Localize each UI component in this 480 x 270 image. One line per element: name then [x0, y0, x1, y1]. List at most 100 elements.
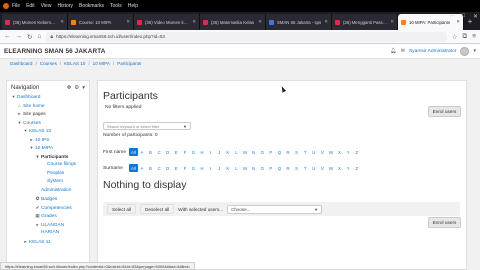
close-tab-icon[interactable]: ✕: [324, 19, 328, 25]
tab-sman-56[interactable]: SMAN 56 Jakarta - sps ✕: [266, 14, 332, 30]
tab-mengganti-password[interactable]: (36) Mengganti Passwo ✕: [332, 14, 398, 30]
nav-item-harian[interactable]: HARIAN: [7, 229, 89, 238]
breadcrumb-kelas-10[interactable]: KELAS 10: [64, 61, 85, 66]
nav-item-10-mipa[interactable]: ▾ 10 MIPA: [7, 144, 89, 153]
address-bar[interactable]: 🔒︎ https://elearning.sman56.sch.id/user/…: [46, 31, 447, 42]
initial-n-button[interactable]: N: [249, 164, 258, 172]
nav-item-administration[interactable]: Administration: [7, 187, 89, 196]
initial-y-button[interactable]: Y: [344, 148, 353, 156]
breadcrumb-courses[interactable]: Courses: [40, 61, 57, 66]
tab-course-10-mipa[interactable]: Course: 10 MIPA ✕: [68, 14, 134, 30]
initial-i-button[interactable]: I: [206, 164, 215, 172]
initial-c-button[interactable]: C: [155, 164, 164, 172]
initial-y-button[interactable]: Y: [344, 164, 353, 172]
notifications-icon[interactable]: 🔔︎: [390, 48, 396, 54]
menu-edit[interactable]: Edit: [26, 3, 35, 9]
back-icon[interactable]: ←: [4, 33, 11, 40]
initial-n-button[interactable]: N: [249, 148, 258, 156]
menu-view[interactable]: View: [41, 3, 52, 9]
initial-p-button[interactable]: P: [267, 164, 276, 172]
nav-item-participants[interactable]: ▾ Participants: [7, 153, 89, 162]
initial-h-button[interactable]: H: [198, 164, 207, 172]
nav-item-kelas-10[interactable]: ▾ KELAS 10: [7, 127, 89, 136]
tab-matematika[interactable]: (36) Matematika Kelas ✕: [200, 14, 266, 30]
extensions-icon[interactable]: ⧉: [463, 33, 468, 41]
keyword-filter-select[interactable]: Search keyword or select filter ▼: [103, 122, 191, 130]
gear-icon[interactable]: ⚙: [74, 85, 79, 91]
initial-d-button[interactable]: D: [163, 148, 172, 156]
nav-item-dashboard[interactable]: ▾ Dashboard: [7, 93, 89, 102]
avatar[interactable]: [460, 46, 470, 56]
nav-item-peoples[interactable]: Peoples: [7, 170, 89, 179]
chevron-down-icon[interactable]: ▾: [473, 48, 476, 54]
deselect-all-button[interactable]: Deselect all: [140, 204, 175, 214]
initial-j-button[interactable]: J: [215, 148, 224, 156]
close-window-icon[interactable]: ✕: [473, 13, 478, 20]
menu-file[interactable]: File: [12, 3, 20, 9]
initial-l-button[interactable]: L: [232, 164, 241, 172]
close-tab-icon[interactable]: ✕: [258, 19, 262, 25]
menu-tools[interactable]: Tools: [110, 3, 122, 9]
initial-u-button[interactable]: U: [309, 164, 318, 172]
initial-e-button[interactable]: E: [172, 164, 181, 172]
initial-o-button[interactable]: O: [258, 148, 267, 156]
maximize-icon[interactable]: □: [461, 13, 465, 20]
initial-a-button[interactable]: A: [138, 164, 147, 172]
initial-w-button[interactable]: W: [327, 164, 336, 172]
close-tab-icon[interactable]: ✕: [390, 19, 394, 25]
initial-f-button[interactable]: F: [181, 148, 190, 156]
nav-item-courses[interactable]: ▾ Courses: [7, 119, 89, 128]
enrol-users-button[interactable]: Enrol users: [428, 106, 461, 117]
initial-m-button[interactable]: M: [241, 164, 250, 172]
initial-c-button[interactable]: C: [155, 148, 164, 156]
initial-s-button[interactable]: S: [292, 164, 301, 172]
initial-s-button[interactable]: S: [292, 148, 301, 156]
initial-i-button[interactable]: I: [206, 148, 215, 156]
initial-x-button[interactable]: X: [335, 148, 344, 156]
initial-v-button[interactable]: V: [318, 148, 327, 156]
initial-all-button[interactable]: All: [129, 164, 138, 172]
initial-j-button[interactable]: J: [215, 164, 224, 172]
select-all-button[interactable]: Select all: [107, 204, 137, 214]
initial-d-button[interactable]: D: [163, 164, 172, 172]
initial-g-button[interactable]: G: [189, 164, 198, 172]
nav-item-course-filings[interactable]: Course filings: [7, 161, 89, 170]
initial-z-button[interactable]: Z: [352, 164, 361, 172]
minimize-icon[interactable]: –: [450, 13, 453, 20]
initial-g-button[interactable]: G: [189, 148, 198, 156]
initial-f-button[interactable]: F: [181, 164, 190, 172]
app-menu-icon[interactable]: ≡: [472, 33, 476, 40]
nav-item-competencies[interactable]: ✔ Competencies: [7, 204, 89, 213]
initial-t-button[interactable]: T: [301, 164, 310, 172]
menu-bookmarks[interactable]: Bookmarks: [79, 3, 104, 9]
home-icon[interactable]: ⌂: [37, 33, 41, 40]
initial-r-button[interactable]: R: [284, 164, 293, 172]
nav-item-ulangan[interactable]: ▸ ULANGAN: [7, 221, 89, 230]
initial-z-button[interactable]: Z: [352, 148, 361, 156]
initial-t-button[interactable]: T: [301, 148, 310, 156]
initial-o-button[interactable]: O: [258, 164, 267, 172]
nav-item-site-home[interactable]: ⌂ Site home: [7, 102, 89, 111]
initial-w-button[interactable]: W: [327, 148, 336, 156]
menu-help[interactable]: Help: [128, 3, 138, 9]
breadcrumb-10-mipa[interactable]: 10 MIPA: [93, 61, 110, 66]
initial-q-button[interactable]: Q: [275, 164, 284, 172]
breadcrumb-participants[interactable]: Participants: [117, 61, 141, 66]
close-tab-icon[interactable]: ✕: [126, 19, 130, 25]
close-tab-icon[interactable]: ✕: [192, 19, 196, 25]
tab-video-momen[interactable]: (36) Video Momen kebersamaan ✕: [134, 14, 200, 30]
enrol-users-button-bottom[interactable]: Enrol users: [428, 217, 461, 228]
user-name[interactable]: Syamsir Administrator: [409, 49, 457, 54]
initial-m-button[interactable]: M: [241, 148, 250, 156]
nav-item-system[interactable]: System: [7, 178, 89, 187]
initial-b-button[interactable]: B: [146, 164, 155, 172]
nav-item-badges[interactable]: ✪ Badges: [7, 195, 89, 204]
bookmark-star-icon[interactable]: ☆: [452, 33, 458, 41]
initial-l-button[interactable]: L: [232, 148, 241, 156]
initial-h-button[interactable]: H: [198, 148, 207, 156]
close-tab-icon[interactable]: ✕: [60, 19, 64, 25]
reload-icon[interactable]: ↻: [27, 33, 32, 41]
nav-item-site-pages[interactable]: ▸ Site pages: [7, 110, 89, 119]
bulk-action-select[interactable]: Choose... ▼: [227, 204, 323, 214]
breadcrumb-dashboard[interactable]: Dashboard: [10, 61, 32, 66]
